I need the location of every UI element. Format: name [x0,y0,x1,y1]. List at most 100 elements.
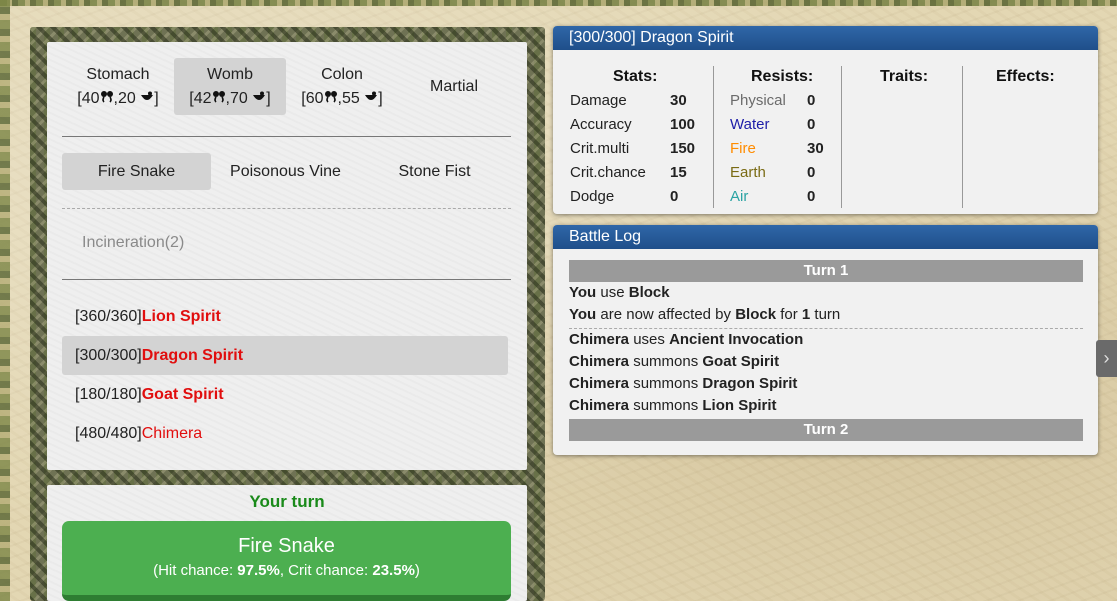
target-hp: [480/480] [75,424,142,442]
tab-colon[interactable]: Colon [60,55 ] [286,58,398,115]
target-info-title: [300/300] Dragon Spirit [553,26,1098,50]
seed-icon [253,91,266,100]
stat-label: Crit.multi [570,140,630,157]
log-verb: summons [629,375,703,392]
stat-value: 15 [670,164,687,181]
log-subject: Chimera [569,353,630,370]
resist-label-physical: Physical [730,92,786,109]
battle-log-title: Battle Log [553,225,1098,249]
tab-label: Martial [429,77,478,95]
value-a: 42 [193,89,212,107]
value-a: 40 [81,89,100,107]
log-object: Block [628,284,670,301]
attack-button[interactable]: Fire Snake (Hit chance: 97.5%, Crit chan… [62,521,511,601]
log-entry: Chimera summons Dragon Spirit [569,375,797,392]
traits-heading: Traits: [880,68,929,85]
stat-label: Accuracy [570,116,632,133]
sperm-icon [212,90,225,103]
log-object: Ancient Invocation [669,331,804,348]
log-object: Lion Spirit [702,397,777,414]
log-subject: You [569,306,597,323]
skill-tabs: Fire Snake Poisonous Vine Stone Fist [62,153,511,190]
tab-martial[interactable]: Martial [398,58,510,115]
stat-label: Crit.chance [570,164,646,181]
top-vine-decoration [0,0,1117,6]
log-entry: Chimera uses Ancient Invocation [569,331,803,348]
resist-label-earth: Earth [730,164,766,181]
crit-chance-value: 23.5% [372,562,415,579]
value-b: 20 [118,89,136,107]
resist-value: 0 [807,92,816,109]
resists-heading: Resists: [751,68,814,85]
resist-label-air: Air [730,188,749,205]
chevron-right-icon[interactable]: › [1096,340,1117,377]
value-b: 70 [230,89,248,107]
skill-fire-snake[interactable]: Fire Snake [62,153,211,190]
target-name: Goat Spirit [141,385,224,403]
tab-values: [40,20 ] [77,89,159,107]
skill-poisonous-vine[interactable]: Poisonous Vine [211,153,360,190]
log-text: turn [810,306,841,323]
log-object: Block [735,306,777,323]
target-chimera[interactable]: [480/480] Chimera [62,414,508,453]
column-divider [713,66,714,208]
target-lion-spirit[interactable]: [360/360] Lion Spirit [62,297,508,336]
target-list: [360/360] Lion Spirit [300/300] Dragon Spi… [62,297,508,453]
resist-value: 30 [807,140,824,157]
tab-stomach[interactable]: Stomach [40,20 ] [62,58,174,115]
log-verb: use [596,284,629,301]
tab-label: Colon [321,65,363,83]
stat-label: Damage [570,92,627,109]
log-subject: Chimera [569,375,630,392]
log-object: Goat Spirit [702,353,780,370]
stat-value: 150 [670,140,696,157]
log-verb: uses [629,331,670,348]
log-verb: summons [629,397,703,414]
stats-grid: Stats: Resists: Traits: Effects: Damage … [553,50,1098,214]
target-name: Dragon Spirit [141,346,244,364]
crit-prefix: , Crit chance: [279,562,373,579]
attack-chances: (Hit chance: 97.5%, Crit chance: 23.5%) [62,562,511,579]
resist-label-water: Water [730,116,770,133]
divider [62,136,511,137]
log-entry: Chimera summons Lion Spirit [569,397,777,414]
target-dragon-spirit[interactable]: [300/300] Dragon Spirit [62,336,508,375]
target-hp: [180/180] [75,385,142,403]
skill-stone-fist[interactable]: Stone Fist [360,153,509,190]
turn-header: Turn 1 [569,260,1083,282]
tab-values: [60,55 ] [301,89,383,107]
log-entry: You are now affected by Block for 1 turn [569,306,840,323]
hit-chance-value: 97.5% [237,562,280,579]
log-entry: You use Block [569,284,670,301]
column-divider [962,66,963,208]
tab-values: [42,70 ] [189,89,271,107]
tab-label: Womb [207,65,253,83]
log-verb: are now affected by [596,306,736,323]
organ-tabs: Stomach [40,20 ] Womb [42,70 ] Colon [60… [62,58,511,115]
seed-icon [141,91,154,100]
effects-heading: Effects: [996,68,1055,85]
value-b: 55 [342,89,360,107]
resist-value: 0 [807,116,816,133]
resist-value: 0 [807,188,816,205]
log-text: for [776,306,802,323]
log-subject: Chimera [569,397,630,414]
resist-value: 0 [807,164,816,181]
divider [62,279,511,280]
value-a: 60 [305,89,324,107]
sperm-icon [100,90,113,103]
log-subject: You [569,284,597,301]
log-separator [569,328,1083,329]
stat-value: 100 [670,116,696,133]
sub-skill-incineration[interactable]: Incineration(2) [82,234,184,252]
tab-label: Stomach [86,65,150,83]
battle-log: Battle Log Turn 1 You use Block You are … [553,225,1098,455]
column-divider [841,66,842,208]
log-entry: Chimera summons Goat Spirit [569,353,779,370]
turn-indicator: Your turn [249,492,325,511]
tab-womb[interactable]: Womb [42,70 ] [174,58,286,115]
log-verb: summons [629,353,703,370]
resist-label-fire: Fire [730,140,756,157]
stats-heading: Stats: [613,68,658,85]
target-goat-spirit[interactable]: [180/180] Goat Spirit [62,375,508,414]
